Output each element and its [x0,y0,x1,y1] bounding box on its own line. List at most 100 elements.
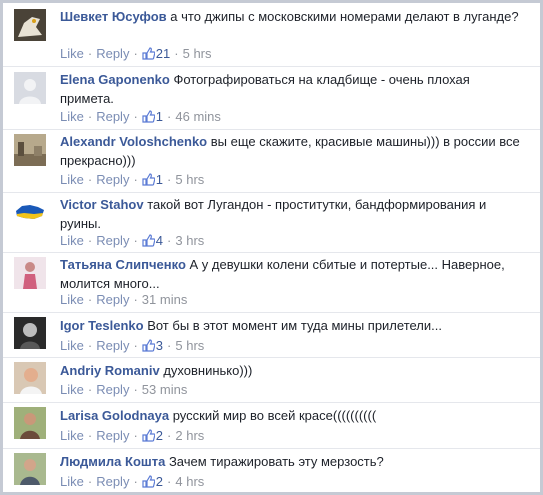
comment-actions: Like · Reply · 1 · 5 hrs [60,172,204,188]
like-count[interactable]: 1 [142,109,163,124]
separator-dot: · [133,233,138,248]
comment-author[interactable]: Alexandr Voloshchenko [60,134,207,149]
bw-portrait-icon [14,317,46,349]
comment-author[interactable]: Victor Stahov [60,197,144,212]
comment-body: Elena Gaponenko Фотографироваться на кла… [60,70,526,108]
comment-author[interactable]: Людмила Кошта [60,454,165,469]
like-count-value: 2 [155,474,164,489]
avatar[interactable] [14,317,46,349]
comment-author[interactable]: Igor Teslenko [60,318,144,333]
comment-author[interactable]: Шевкет Юсуфов [60,9,167,24]
separator-dot: · [167,474,172,489]
comment-body: Andriy Romaniv духовнинько))) [60,361,526,380]
like-link[interactable]: Like [60,428,84,443]
reply-link[interactable]: Reply [96,292,129,307]
reply-link[interactable]: Reply [96,109,129,124]
timestamp[interactable]: 4 hrs [175,474,204,489]
divider [3,252,540,253]
reply-link[interactable]: Reply [96,233,129,248]
like-count-value: 1 [155,172,164,187]
like-count[interactable]: 2 [142,428,163,443]
like-count[interactable]: 2 [142,474,163,489]
divider [3,66,540,67]
reply-link[interactable]: Reply [96,46,129,61]
reply-link[interactable]: Reply [96,428,129,443]
timestamp[interactable]: 2 hrs [175,428,204,443]
comment-body: Шевкет Юсуфов а что джипы с московскими … [60,7,526,26]
like-count-value: 4 [155,233,164,248]
avatar[interactable] [14,453,46,485]
reply-link[interactable]: Reply [96,338,129,353]
separator-dot: · [87,46,93,61]
reply-link[interactable]: Reply [96,382,129,397]
like-count[interactable]: 1 [142,172,163,187]
thumbs-up-icon [142,47,155,60]
comment-body: Larisa Golodnaya русский мир во всей кра… [60,406,526,425]
comment-actions: Like · Reply · 2 · 4 hrs [60,474,204,490]
timestamp[interactable]: 53 mins [142,382,188,397]
comment-body: Igor Teslenko Вот бы в этот момент им ту… [60,316,526,335]
avatar[interactable] [14,72,46,104]
thumbs-up-icon [142,339,155,352]
man-avatar-icon [14,362,46,394]
comment-actions: Like · Reply · 1 · 46 mins [60,109,221,125]
like-link[interactable]: Like [60,109,84,124]
thumbs-up-icon [142,110,155,123]
like-link[interactable]: Like [60,46,84,61]
avatar[interactable] [14,407,46,439]
avatar[interactable] [14,362,46,394]
thumbs-up-icon [142,234,155,247]
avatar[interactable] [14,134,46,166]
like-count[interactable]: 3 [142,338,163,353]
avatar[interactable] [14,257,46,289]
like-link[interactable]: Like [60,233,84,248]
woman-outdoor-avatar-icon [14,453,46,485]
like-count-value: 3 [155,338,164,353]
timestamp[interactable]: 31 mins [142,292,188,307]
comment-author[interactable]: Larisa Golodnaya [60,408,169,423]
comment-text: Вот бы в этот момент им туда мины прилет… [147,318,442,333]
comment-author[interactable]: Elena Gaponenko [60,72,170,87]
avatar[interactable] [14,9,46,41]
divider [3,129,540,130]
thumbs-up-icon [142,173,155,186]
comment-text: русский мир во всей красе(((((((((( [172,408,377,423]
like-count-value: 2 [155,428,164,443]
comment-author[interactable]: Татьяна Слипченко [60,257,186,272]
separator-dot: · [133,46,138,61]
like-count-value: 1 [155,109,164,124]
separator-dot: · [87,292,93,307]
like-link[interactable]: Like [60,382,84,397]
like-count[interactable]: 21 [142,46,170,61]
comment-actions: Like · Reply · 2 · 2 hrs [60,428,204,444]
like-link[interactable]: Like [60,338,84,353]
avatar[interactable] [14,197,46,229]
timestamp[interactable]: 3 hrs [175,233,204,248]
comment-author[interactable]: Andriy Romaniv [60,363,160,378]
divider [3,192,540,193]
separator-dot: · [87,428,93,443]
like-count[interactable]: 4 [142,233,163,248]
separator-dot: · [167,172,172,187]
comment-text: Зачем тиражировать эту мерзость? [168,454,384,469]
like-link[interactable]: Like [60,474,84,489]
reply-link[interactable]: Reply [96,172,129,187]
thumbs-up-icon [142,475,155,488]
timestamp[interactable]: 5 hrs [175,172,204,187]
thumbs-up-icon [142,429,155,442]
comment-actions: Like · Reply · 4 · 3 hrs [60,233,204,249]
timestamp[interactable]: 46 mins [175,109,221,124]
timestamp[interactable]: 5 hrs [183,46,212,61]
separator-dot: · [167,428,172,443]
reply-link[interactable]: Reply [96,474,129,489]
timestamp[interactable]: 5 hrs [175,338,204,353]
separator-dot: · [87,109,93,124]
separator-dot: · [133,338,138,353]
separator-dot: · [87,172,93,187]
comment-body: Victor Stahov такой вот Лугандон - прост… [60,195,526,233]
separator-dot: · [133,382,138,397]
like-link[interactable]: Like [60,292,84,307]
like-link[interactable]: Like [60,172,84,187]
comment-body: Людмила Кошта Зачем тиражировать эту мер… [60,452,526,471]
divider [3,448,540,449]
